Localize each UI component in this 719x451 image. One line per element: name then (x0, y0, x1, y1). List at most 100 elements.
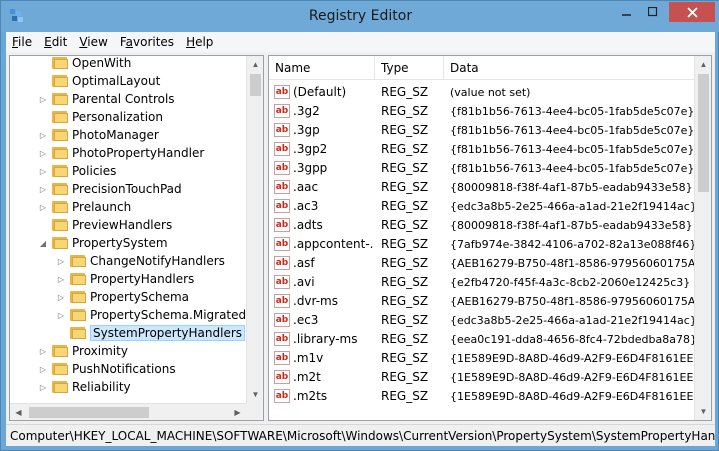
value-type: REG_SZ (381, 370, 429, 384)
tree-item[interactable]: ▷ Policies (38, 162, 116, 180)
tree-item[interactable]: ▷ PrecisionTouchPad (38, 180, 182, 198)
menu-help[interactable]: Help (180, 35, 219, 49)
tree-item[interactable]: Personalization (38, 108, 163, 126)
menu-favorites[interactable]: Favorites (114, 35, 180, 49)
value-data: {AEB16279-B750-48f1-8586-97956060175A} (450, 256, 703, 270)
expand-arrow-icon[interactable]: ▷ (38, 130, 48, 140)
expand-arrow-icon[interactable]: ▷ (38, 346, 48, 356)
title-bar[interactable]: Registry Editor (1, 1, 719, 32)
folder-icon (52, 182, 68, 196)
expand-arrow-icon[interactable]: ▷ (56, 310, 66, 320)
folder-icon (52, 92, 68, 106)
expand-arrow-icon[interactable]: ▷ (56, 256, 66, 266)
tree-item[interactable]: ▷ PropertySchema (56, 288, 189, 306)
tree-item-label: OptimalLayout (72, 74, 161, 88)
string-value-icon: ab (274, 218, 290, 232)
tree-item[interactable]: ▷ PushNotifications (38, 360, 176, 378)
list-row[interactable]: ab .m1v REG_SZ {1E589E9D-8A8D-46d9-A2F9-E6D… (269, 349, 707, 367)
tree-item[interactable]: ▷ PropertyHandlers (56, 270, 194, 288)
tree-item[interactable]: PreviewHandlers (38, 216, 172, 234)
list-row[interactable]: ab .dvr-ms REG_SZ {AEB16279-B750-48f1-8586-… (269, 292, 702, 310)
tree-item[interactable]: ◢ PropertySystem (38, 234, 168, 252)
column-header-name[interactable]: Name (269, 56, 375, 80)
menu-view[interactable]: View (73, 35, 113, 49)
list-row[interactable]: ab .3gp2 REG_SZ {f81b1b56-7613-4ee4-bc05-1f… (269, 140, 696, 158)
tree-vscroll-thumb[interactable] (250, 74, 261, 96)
folder-icon (52, 146, 68, 160)
tree-item[interactable]: OptimalLayout (38, 72, 160, 90)
expand-arrow-icon[interactable]: ▷ (38, 184, 48, 194)
value-type: REG_SZ (381, 199, 429, 213)
list-row[interactable]: ab .m2t REG_SZ {1E589E9D-8A8D-46d9-A2F9-E6D… (269, 368, 707, 386)
list-row[interactable]: ab .asf REG_SZ {AEB16279-B750-48f1-8586-979… (269, 254, 702, 272)
column-header-data[interactable]: Data (444, 56, 697, 80)
string-value-icon: ab (274, 351, 290, 365)
scroll-down-icon[interactable]: ▼ (247, 386, 263, 403)
folder-icon (52, 164, 68, 178)
menu-file[interactable]: File (6, 35, 38, 49)
tree-item-label: Personalization (72, 110, 163, 124)
tree-item[interactable]: ▷ Reliability (38, 378, 131, 396)
values-list[interactable]: Name Type Data ab (Default) REG_SZ (value n… (268, 55, 712, 421)
value-data: {1E589E9D-8A8D-46d9-A2F9-E6D4F8161EE9} (450, 389, 708, 403)
close-button[interactable] (669, 2, 715, 22)
client-area: OpenWith OptimalLayout ▷ Parental Controls P… (6, 52, 715, 424)
folder-icon (52, 236, 68, 250)
value-type: REG_SZ (381, 332, 429, 346)
value-data: {AEB16279-B750-48f1-8586-97956060175A} (450, 294, 703, 308)
tree-hscroll-thumb[interactable] (29, 407, 149, 418)
tree-item[interactable]: ▷ PhotoManager (38, 126, 159, 144)
scroll-down-icon[interactable]: ▼ (695, 403, 711, 420)
tree-item[interactable]: ▷ Proximity (38, 342, 128, 360)
expand-arrow-icon[interactable]: ▷ (38, 382, 48, 392)
collapse-arrow-icon[interactable]: ◢ (38, 238, 48, 248)
list-row[interactable]: ab .appcontent-... REG_SZ {7afb974e-3842-41… (269, 235, 696, 253)
scroll-right-icon[interactable]: ▶ (229, 404, 246, 420)
list-row[interactable]: ab (Default) REG_SZ (value not set) (269, 83, 696, 101)
list-row[interactable]: ab .ec3 REG_SZ {edc3a8b5-2e25-466a-a1ad-21e… (269, 311, 697, 329)
expand-arrow-icon[interactable]: ▷ (38, 364, 48, 374)
tree-item[interactable]: ▷ ChangeNotifyHandlers (56, 252, 225, 270)
tree-item[interactable]: SystemPropertyHandlers (56, 324, 246, 342)
tree-item[interactable]: ▷ Parental Controls (38, 90, 175, 108)
list-row[interactable]: ab .3g2 REG_SZ {f81b1b56-7613-4ee4-bc05-1fa… (269, 102, 696, 120)
expand-arrow-icon[interactable]: ▷ (38, 148, 48, 158)
list-row[interactable]: ab .3gpp REG_SZ {f81b1b56-7613-4ee4-bc05-1f… (269, 159, 696, 177)
list-row[interactable]: ab .ac3 REG_SZ {edc3a8b5-2e25-466a-a1ad-21e… (269, 197, 697, 215)
expand-arrow-icon[interactable]: ▷ (38, 94, 48, 104)
scroll-left-icon[interactable]: ◀ (10, 404, 27, 420)
value-data: {edc3a8b5-2e25-466a-a1ad-21e2f19414ac} (450, 199, 697, 213)
registry-tree[interactable]: OpenWith OptimalLayout ▷ Parental Controls P… (9, 55, 264, 421)
list-row[interactable]: ab .3gp REG_SZ {f81b1b56-7613-4ee4-bc05-1fa… (269, 121, 696, 139)
close-icon (686, 6, 698, 18)
tree-item[interactable]: ▷ PropertySchema.Migrated (56, 306, 246, 324)
value-name: .m2ts (293, 389, 328, 403)
list-row[interactable]: ab .avi REG_SZ {e2fb4720-f45f-4a3c-8cb2-206… (269, 273, 696, 291)
column-header-type[interactable]: Type (375, 56, 444, 80)
tree-item[interactable]: ▷ PhotoPropertyHandler (38, 144, 204, 162)
value-type: REG_SZ (381, 237, 429, 251)
expand-arrow-icon[interactable]: ▷ (38, 166, 48, 176)
expand-arrow-icon[interactable]: ▷ (56, 274, 66, 284)
minimize-button[interactable] (614, 2, 640, 22)
tree-horizontal-scrollbar[interactable]: ◀ ▶ (10, 403, 246, 420)
menu-edit[interactable]: Edit (38, 35, 73, 49)
value-data: {eea0c191-dda8-4656-8fc4-72bdedba8a78} (450, 332, 697, 346)
folder-icon (52, 380, 68, 394)
expand-arrow-icon[interactable]: ▷ (56, 292, 66, 302)
maximize-button[interactable] (640, 2, 666, 22)
value-data: (value not set) (450, 85, 531, 99)
list-row[interactable]: ab .library-ms REG_SZ {eea0c191-dda8-4656-8… (269, 330, 697, 348)
expand-arrow-icon[interactable]: ▷ (38, 202, 48, 212)
tree-vertical-scrollbar[interactable]: ▲ ▼ (246, 56, 263, 403)
list-row[interactable]: ab .adts REG_SZ {80009818-f38f-4af1-87b5-ea… (269, 216, 696, 234)
tree-item[interactable]: ▷ Prelaunch (38, 198, 131, 216)
list-row[interactable]: ab .aac REG_SZ {80009818-f38f-4af1-87b5-ead… (269, 178, 696, 196)
tree-item[interactable]: OpenWith (38, 56, 131, 72)
list-vertical-scrollbar[interactable]: ▲ ▼ (694, 56, 711, 420)
list-vscroll-thumb[interactable] (698, 74, 709, 192)
scroll-up-icon[interactable]: ▲ (695, 56, 711, 73)
value-name: .m2t (293, 370, 321, 384)
list-row[interactable]: ab .m2ts REG_SZ {1E589E9D-8A8D-46d9-A2F9-E6… (269, 387, 707, 405)
scroll-up-icon[interactable]: ▲ (247, 56, 263, 73)
